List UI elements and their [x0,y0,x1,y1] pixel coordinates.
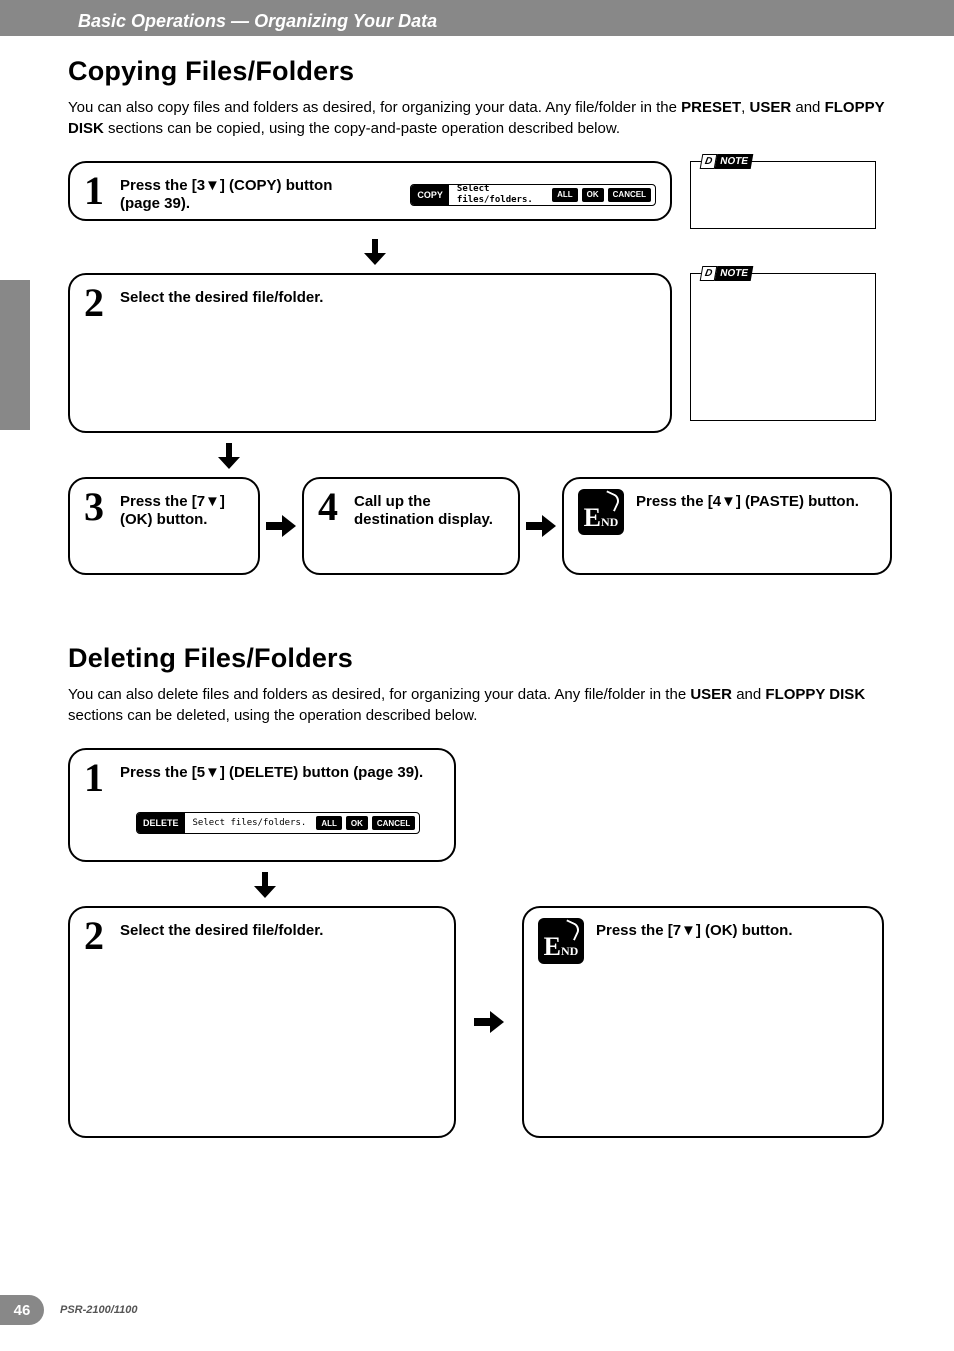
note-badge-text: NOTE [715,154,753,169]
step2-box: 2 Select the desired file/folder. [68,273,672,433]
delete-step2-box: 2 Select the desired file/folder. [68,906,456,1138]
preset-label: PRESET [681,99,741,116]
delete-widget: DELETE Select files/folders. ALL OK CANC… [136,812,420,834]
end-e: E [584,505,601,531]
intro-text: sections can be deleted, using the opera… [68,707,477,724]
right-arrow-icon [520,515,562,537]
right-arrow-icon [456,1011,522,1033]
floppy-label: FLOPPY DISK [765,686,865,703]
widget-message: Select files/folders. [185,813,315,833]
end-badge: END [538,918,584,964]
end-badge: END [578,489,624,535]
side-tab [0,280,30,430]
step4-text: Call up the destination display. [354,489,504,529]
step3-number: 3 [84,489,110,525]
widget-mode-delete: DELETE [137,813,185,833]
delete-step1-box: 1 Press the [5▼] (DELETE) button (page 3… [68,748,456,862]
step3-text: Press the [7▼] (OK) button. [120,489,244,529]
intro-text: and [732,686,765,703]
note-box-2: D NOTE [690,273,876,421]
user-label: USER [690,686,732,703]
header-band: Basic Operations — Organizing Your Data [0,0,954,36]
end-text: Press the [4▼] (PASTE) button. [636,489,859,511]
step1-text: Press the [3▼] (COPY) button (page 39). [120,177,376,213]
intro-text: and [791,99,824,116]
page-content: Copying Files/Folders You can also copy … [0,36,954,1138]
intro-text: , [741,99,749,116]
delete-end-text: Press the [7▼] (OK) button. [596,918,793,940]
note-badge: D NOTE [700,266,754,281]
step2-text: Select the desired file/folder. [120,285,323,307]
widget-cancel-button[interactable]: CANCEL [608,188,651,202]
end-nd: ND [601,514,618,531]
breadcrumb-prefix: Basic Operations — [78,11,254,31]
end-e: E [544,934,561,960]
widget-cancel-button[interactable]: CANCEL [372,816,415,830]
widget-ok-button[interactable]: OK [346,816,368,830]
section2-intro: You can also delete files and folders as… [68,684,892,726]
delete-step1-text: Press the [5▼] (DELETE) button (page 39)… [120,760,423,782]
step4-box: 4 Call up the destination display. [302,477,520,575]
step4-number: 4 [318,489,344,525]
footer: 46 PSR-2100/1100 [0,1295,137,1325]
step1-number: 1 [84,173,110,209]
widget-all-button[interactable]: ALL [316,816,342,830]
widget-ok-button[interactable]: OK [582,188,604,202]
section1-intro: You can also copy files and folders as d… [68,97,892,139]
intro-text: You can also copy files and folders as d… [68,99,681,116]
user-label: USER [750,99,792,116]
copy-widget: COPY Select files/folders. ALL OK CANCEL [410,184,656,206]
end-box: END Press the [4▼] (PASTE) button. [562,477,892,575]
step2-number: 2 [84,285,110,321]
section1-title: Copying Files/Folders [68,56,892,87]
delete-step2-text: Select the desired file/folder. [120,918,323,940]
delete-step1-number: 1 [84,760,110,796]
note-box-1: D NOTE [690,161,876,229]
down-arrow-icon [364,239,892,265]
right-arrow-icon [260,515,302,537]
step1-box: 1 Press the [3▼] (COPY) button (page 39)… [68,161,672,221]
delete-end-box: END Press the [7▼] (OK) button. [522,906,884,1138]
down-arrow-icon [218,443,892,469]
intro-text: sections can be copied, using the copy-a… [104,120,620,137]
note-badge: D NOTE [700,154,754,169]
widget-all-button[interactable]: ALL [552,188,578,202]
breadcrumb-suffix: Organizing Your Data [254,11,437,31]
widget-message: Select files/folders. [449,185,550,205]
widget-mode-copy: COPY [411,185,449,205]
delete-step2-number: 2 [84,918,110,954]
section2-title: Deleting Files/Folders [68,643,892,674]
down-arrow-icon [254,872,892,898]
note-badge-text: NOTE [715,266,753,281]
end-nd: ND [561,943,578,960]
page-number-badge: 46 [0,1295,44,1325]
breadcrumb: Basic Operations — Organizing Your Data [0,11,437,32]
model-label: PSR-2100/1100 [60,1304,137,1316]
step3-box: 3 Press the [7▼] (OK) button. [68,477,260,575]
intro-text: You can also delete files and folders as… [68,686,690,703]
